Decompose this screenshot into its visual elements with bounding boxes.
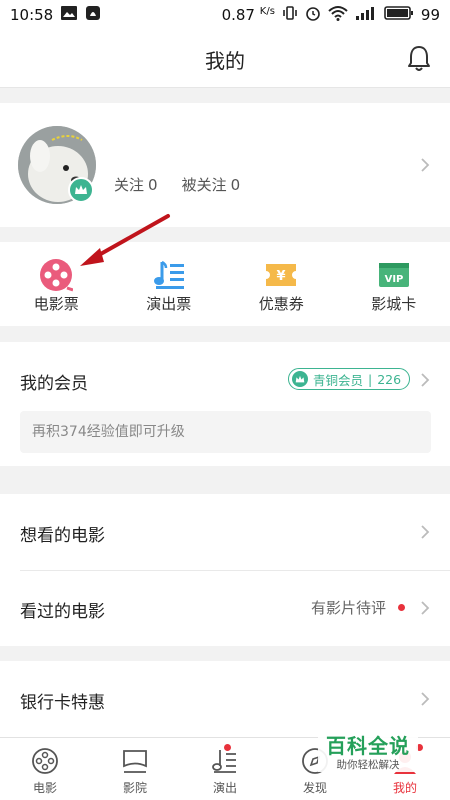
crown-icon <box>68 177 94 203</box>
status-bar: 10:58 0.87 K/s 99 <box>0 0 450 30</box>
coupon-button[interactable]: ¥ 优惠券 <box>225 242 338 326</box>
tab-red-dot <box>224 744 231 751</box>
want-to-watch-row[interactable]: 想看的电影 <box>0 494 450 570</box>
red-dot-badge <box>398 604 405 611</box>
network-speed: 0.87 K/s <box>221 6 275 24</box>
member-level: 青铜会员 <box>313 372 364 388</box>
cinema-screen-icon <box>120 746 150 776</box>
chevron-right-icon <box>420 600 430 616</box>
tab-movies-label: 电影 <box>32 781 57 795</box>
coupon-label: 优惠券 <box>258 295 304 313</box>
coupon-icon: ¥ <box>264 258 298 292</box>
watermark-subtitle: 助你轻松解决 <box>336 759 400 771</box>
movie-lists: 想看的电影 看过的电影 有影片待评 <box>0 494 450 646</box>
svg-text:VIP: VIP <box>384 274 403 285</box>
follow-label[interactable]: 关注 <box>114 176 144 194</box>
signal-icon <box>355 5 377 25</box>
battery-icon <box>384 5 414 25</box>
membership-card[interactable]: 我的会员 青铜会员 | 226 再积374经验值即可升级 <box>0 342 450 466</box>
top-navbar: 我的 <box>0 30 450 88</box>
chevron-right-icon <box>420 157 430 173</box>
want-to-watch-label: 想看的电影 <box>20 526 105 546</box>
watermark-title: 百科全说 <box>326 734 410 758</box>
image-notification-icon <box>60 5 78 25</box>
watched-row[interactable]: 看过的电影 有影片待评 <box>0 570 450 646</box>
film-reel-icon <box>30 746 60 776</box>
tab-cinemas[interactable]: 影院 <box>90 738 180 800</box>
tab-movies[interactable]: 电影 <box>0 738 90 800</box>
tab-shows[interactable]: 演出 <box>180 738 270 800</box>
tab-shows-label: 演出 <box>212 781 237 795</box>
follow-count[interactable]: 0 <box>148 176 158 194</box>
membership-title: 我的会员 <box>20 374 88 394</box>
quick-actions: 电影票 演出票 ¥ 优惠券 VIP 影城卡 <box>0 242 450 326</box>
movie-ticket-label: 电影票 <box>33 295 79 313</box>
member-points: 226 <box>377 371 402 387</box>
member-level-badge: 青铜会员 | 226 <box>288 368 411 390</box>
notification-bell-icon[interactable] <box>406 44 432 72</box>
follow-stats: 关注 0 被关注 0 <box>114 174 244 195</box>
tab-cinemas-label: 影院 <box>122 781 147 795</box>
watched-label: 看过的电影 <box>20 602 105 622</box>
watermark-logo: 百科全说 助你轻松解决 <box>318 728 418 772</box>
tab-profile-label: 我的 <box>392 781 417 795</box>
bank-card-label: 银行卡特惠 <box>20 693 105 713</box>
profile-card[interactable]: 关注 0 被关注 0 <box>0 103 450 227</box>
app-notification-icon <box>85 5 101 25</box>
vip-card-button[interactable]: VIP 影城卡 <box>338 242 450 326</box>
wifi-icon <box>328 5 348 25</box>
annotation-arrow <box>80 214 170 266</box>
chevron-right-icon <box>420 691 430 707</box>
battery-level: 99 <box>420 6 440 24</box>
upgrade-hint: 再积374经验值即可升级 <box>20 411 431 453</box>
alarm-icon <box>305 5 321 25</box>
movie-ticket-icon <box>39 258 74 292</box>
page-title: 我的 <box>205 49 245 73</box>
vip-card-label: 影城卡 <box>371 295 417 313</box>
chevron-right-icon <box>420 524 430 540</box>
followers-label[interactable]: 被关注 <box>182 176 227 194</box>
pending-review-text: 有影片待评 <box>310 599 386 617</box>
bank-card-row[interactable]: 银行卡特惠 <box>0 661 450 737</box>
chevron-right-icon <box>420 372 430 388</box>
vip-card-icon: VIP <box>377 258 411 292</box>
vibrate-icon <box>282 5 298 25</box>
status-time: 10:58 <box>10 6 54 24</box>
followers-count[interactable]: 0 <box>231 176 241 194</box>
svg-text:¥: ¥ <box>277 269 286 284</box>
tab-discover-label: 发现 <box>302 781 327 795</box>
crown-icon <box>292 371 308 387</box>
show-ticket-label: 演出票 <box>146 295 192 313</box>
